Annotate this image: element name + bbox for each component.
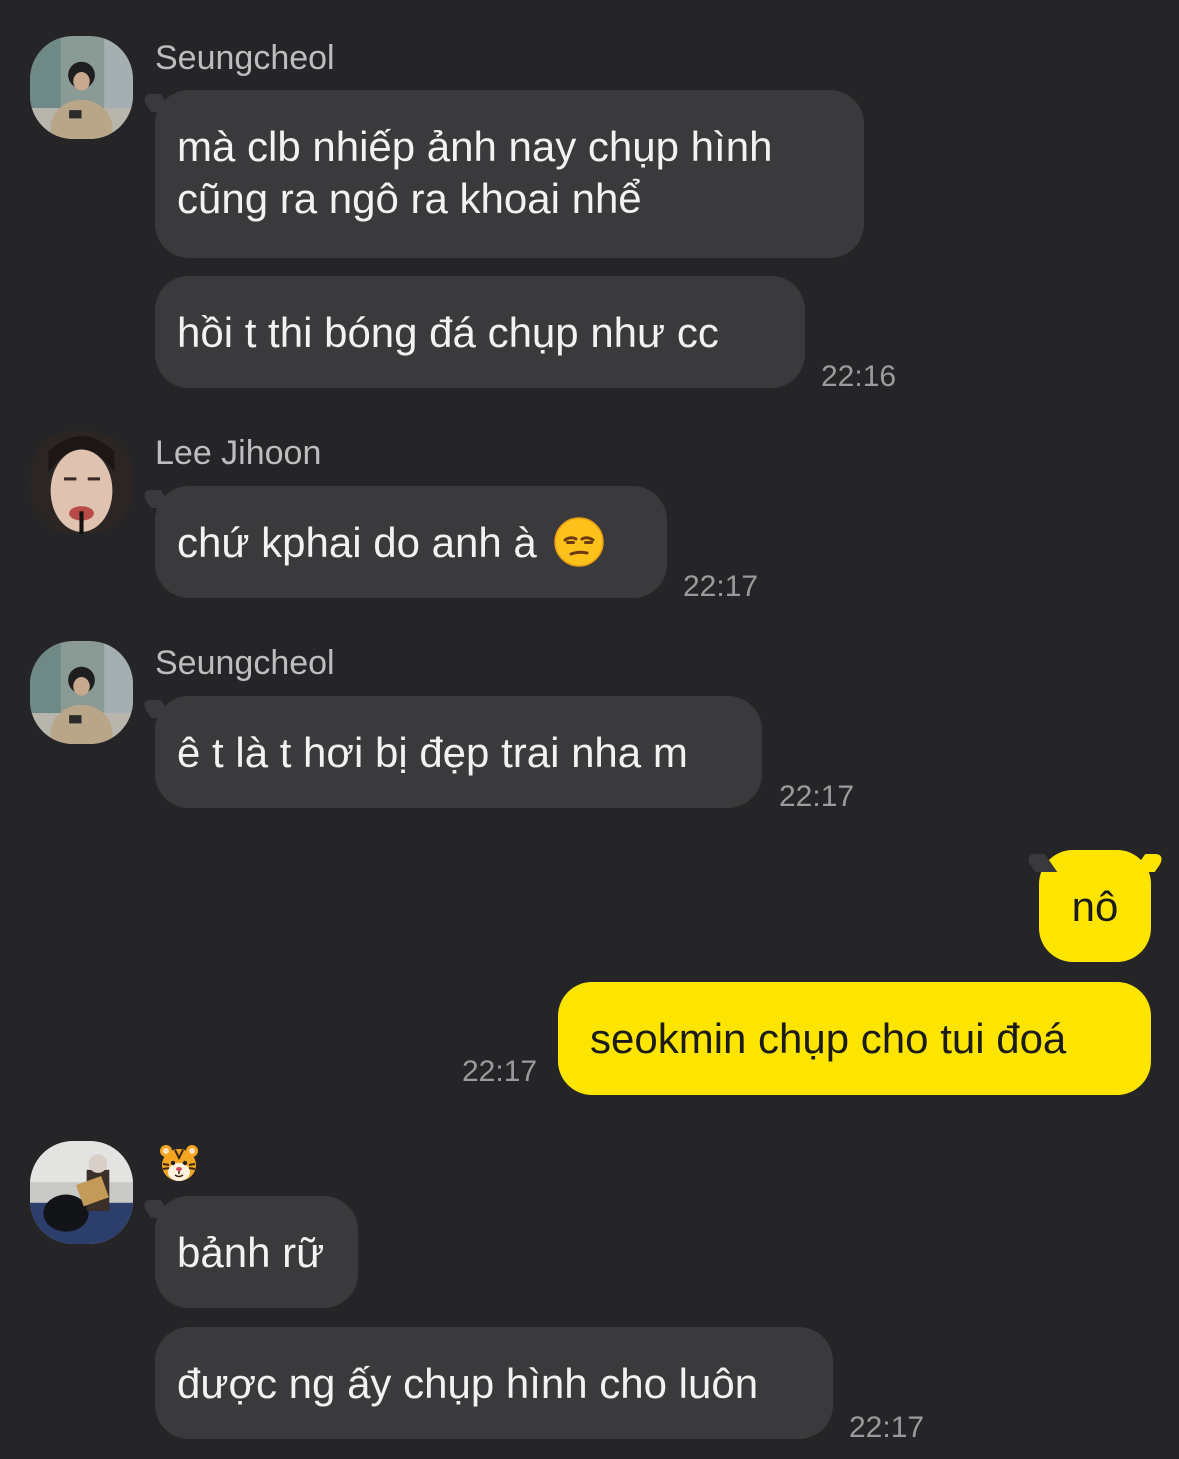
unamused-face-emoji-icon [554,517,605,567]
tiger-face-icon [158,1142,200,1184]
message-text: hồi t thi bóng đá chụp như cc [177,309,719,356]
message-text: bảnh rữ [177,1229,325,1276]
message-timestamp: 22:16 [821,360,897,393]
message-bubble[interactable]: bảnh rữ [155,1196,358,1308]
message-text: ê t là t hơi bị đẹp trai nha m [177,729,688,776]
message-bubble[interactable]: ê t là t hơi bị đẹp trai nha m [155,696,762,808]
message-text: mà clb nhiếp ảnh nay chụp hình [177,123,773,170]
avatar-seungcheol[interactable] [30,641,133,744]
message-text: seokmin chụp cho tui đoá [590,1015,1067,1062]
message-timestamp: 22:17 [779,780,855,813]
message-text: được ng ấy chụp hình cho luôn [177,1360,759,1407]
message-text: nô [1071,883,1119,930]
avatar-lee-jihoon[interactable] [30,431,133,534]
message-bubble[interactable]: mà clb nhiếp ảnh nay chụp hình cũng ra n… [155,90,864,258]
message-bubble[interactable]: chứ kphai do anh à [155,486,667,598]
message-bubble[interactable]: hồi t thi bóng đá chụp như cc [155,276,805,388]
avatar-tiger-user[interactable] [30,1141,133,1244]
message-timestamp: 22:17 [683,570,759,603]
sender-name: Seungcheol [155,39,335,77]
message-text: cũng ra ngô ra khoai nhể [177,175,642,222]
message-bubble[interactable]: được ng ấy chụp hình cho luôn [155,1327,833,1439]
outgoing-message-bubble[interactable]: nô [1039,850,1151,962]
sender-name: Lee Jihoon [155,434,322,472]
outgoing-message-bubble[interactable]: seokmin chụp cho tui đoá [558,982,1151,1095]
message-timestamp: 22:17 [849,1411,925,1444]
message-timestamp: 22:17 [462,1055,538,1088]
avatar-seungcheol[interactable] [30,36,133,139]
sender-name: Seungcheol [155,644,335,682]
message-text: chứ kphai do anh à [177,519,537,566]
